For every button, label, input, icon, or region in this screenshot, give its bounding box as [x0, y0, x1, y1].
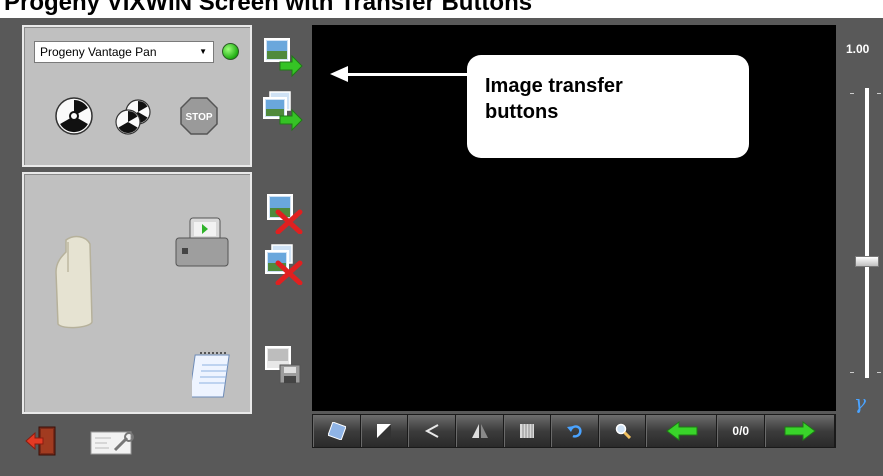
device-select[interactable]: Progeny Vantage Pan ▼: [34, 41, 214, 63]
image-toolbar: 0/0: [312, 414, 836, 448]
delete-image-button[interactable]: [262, 192, 304, 234]
slider-tick: [877, 93, 881, 94]
toolbar-zoom-button[interactable]: [598, 415, 647, 447]
sensor-icon[interactable]: [50, 232, 100, 332]
transfer-all-images-button[interactable]: [262, 90, 304, 132]
transfer-image-button[interactable]: [262, 36, 304, 78]
device-panel: [22, 172, 252, 414]
stop-button[interactable]: STOP: [179, 96, 219, 136]
toolbar-angle-button[interactable]: [408, 415, 456, 447]
slider-tick: [877, 372, 881, 373]
toolbar-counter: 0/0: [716, 415, 765, 447]
flip-icon: [471, 424, 488, 438]
callout-box: Image transfer buttons: [467, 55, 749, 158]
device-select-value: Progeny Vantage Pan: [40, 45, 157, 59]
svg-text:STOP: STOP: [185, 112, 212, 123]
notepad-icon[interactable]: [192, 349, 236, 401]
delete-all-images-button[interactable]: [262, 243, 304, 285]
status-led: [222, 43, 239, 60]
toolbar-next-button[interactable]: [764, 415, 836, 447]
arrow-right-icon: [784, 421, 816, 441]
image-counter: 0/0: [732, 424, 750, 438]
save-image-button[interactable]: [262, 343, 304, 385]
toolbar-contrast-button[interactable]: [360, 415, 409, 447]
settings-button[interactable]: [89, 430, 137, 456]
gamma-slider-track[interactable]: [865, 88, 869, 378]
toolbar-prev-button[interactable]: [646, 415, 717, 447]
toolbar-undo-button[interactable]: [551, 415, 599, 447]
radiation-multi-button[interactable]: [114, 96, 154, 136]
gamma-slider-thumb[interactable]: [855, 256, 879, 267]
exit-button[interactable]: [25, 426, 59, 456]
slider-tick: [850, 372, 854, 373]
contrast-icon: [377, 424, 392, 438]
gamma-icon: γ: [854, 390, 866, 414]
toolbar-flip-button[interactable]: [455, 415, 504, 447]
undo-icon: [567, 425, 582, 438]
device-kit-icon[interactable]: [172, 212, 232, 270]
radiation-expose-button[interactable]: [54, 96, 94, 136]
angle-icon: [425, 424, 439, 438]
callout-arrow-head: [330, 66, 348, 82]
page-title: Progeny VIXWIN Screen with Transfer Butt…: [0, 0, 883, 18]
toolbar-tools-button[interactable]: [313, 415, 361, 447]
slider-value: 1.00: [846, 42, 870, 56]
chevron-down-icon: ▼: [199, 47, 207, 56]
acquisition-panel: Progeny Vantage Pan ▼ STOP: [22, 25, 252, 167]
magnifier-icon: [615, 423, 631, 439]
tools-icon: [327, 422, 346, 440]
callout-text-line1: Image transfer: [485, 75, 623, 97]
callout-arrow: [345, 73, 467, 76]
grid-icon: [520, 424, 535, 438]
callout-text-line2: buttons: [485, 101, 559, 123]
slider-tick: [850, 93, 854, 94]
arrow-left-icon: [665, 421, 698, 441]
toolbar-grid-button[interactable]: [503, 415, 552, 447]
